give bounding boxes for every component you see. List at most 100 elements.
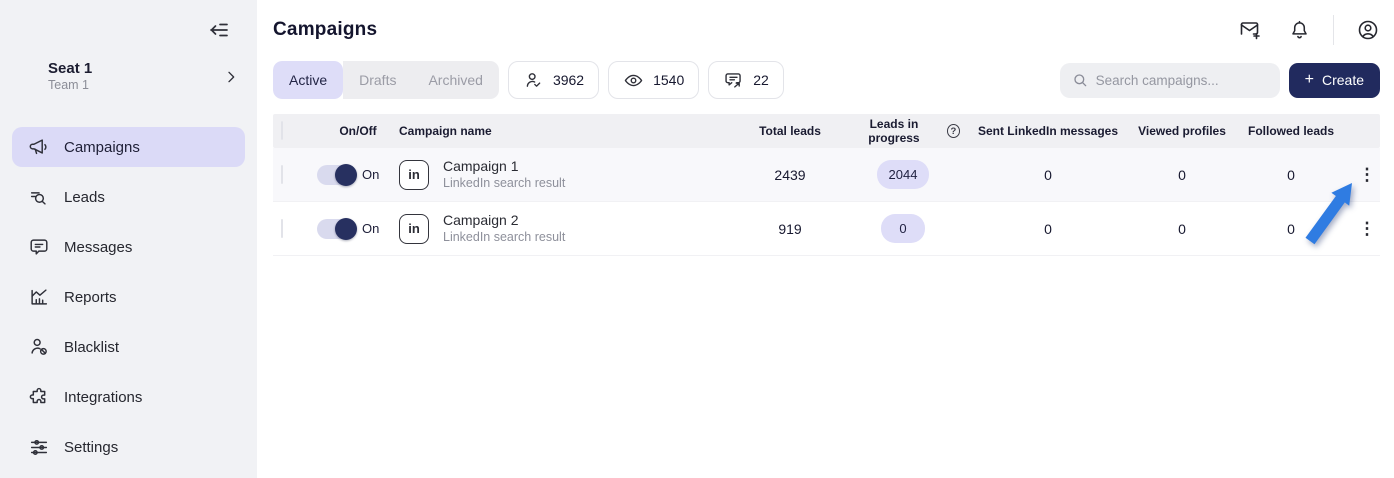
campaigns-table: On/Off Campaign name Total leads Leads i… xyxy=(273,114,1380,256)
person-check-icon xyxy=(523,70,544,91)
page-header: Campaigns xyxy=(273,15,1380,45)
sidebar-item-label: Leads xyxy=(64,188,105,206)
bell-icon[interactable] xyxy=(1288,19,1311,42)
campaign-subtitle: LinkedIn search result xyxy=(443,176,566,190)
tab-active[interactable]: Active xyxy=(273,61,344,99)
column-header-label: Leads in progress xyxy=(868,117,920,145)
avatar-icon[interactable] xyxy=(1356,18,1380,42)
sent-messages-value: 0 xyxy=(1044,220,1052,237)
sliders-icon xyxy=(28,436,50,458)
column-header-followed-leads: Followed leads xyxy=(1247,124,1334,138)
toolbar: Active Drafts Archived 3962 1540 22 Sear… xyxy=(273,61,1380,99)
row-checkbox[interactable] xyxy=(281,164,283,184)
linkedin-icon: in xyxy=(399,159,429,190)
sidebar-item-label: Campaigns xyxy=(64,138,140,156)
search-box xyxy=(1059,62,1280,98)
followed-leads-value: 0 xyxy=(1287,166,1295,183)
total-leads-value: 919 xyxy=(778,220,802,237)
stat-chip-leads[interactable]: 3962 xyxy=(507,61,600,99)
table-row: On in Campaign 1 LinkedIn search result … xyxy=(273,148,1380,202)
stat-chip-views[interactable]: 1540 xyxy=(608,61,700,99)
campaign-title[interactable]: Campaign 1 xyxy=(443,158,565,175)
stat-value: 1540 xyxy=(653,72,685,88)
seat-info: Seat 1 Team 1 xyxy=(48,60,92,93)
chevron-right-icon xyxy=(223,69,239,85)
viewed-profiles-value: 0 xyxy=(1178,166,1186,183)
create-button-label: Create xyxy=(1321,72,1364,88)
campaign-name-cell[interactable]: in Campaign 1 LinkedIn search result xyxy=(399,158,734,191)
column-header-onoff: On/Off xyxy=(339,124,377,138)
campaign-toggle[interactable] xyxy=(317,217,357,240)
header-divider xyxy=(1333,15,1334,45)
sidebar-item-campaigns[interactable]: Campaigns xyxy=(12,127,245,167)
sidebar-item-label: Messages xyxy=(64,238,133,256)
leads-in-progress-badge: 0 xyxy=(881,214,925,243)
tab-archived[interactable]: Archived xyxy=(412,61,499,99)
leads-in-progress-badge: 2044 xyxy=(876,160,930,189)
column-header-sent-messages: Sent LinkedIn messages xyxy=(977,124,1119,138)
linkedin-icon: in xyxy=(399,213,429,244)
header-actions xyxy=(1212,15,1380,45)
seat-selector[interactable]: Seat 1 Team 1 xyxy=(12,60,239,93)
seat-subtitle: Team 1 xyxy=(48,78,89,92)
table-header-row: On/Off Campaign name Total leads Leads i… xyxy=(273,114,1380,148)
create-button[interactable]: + Create xyxy=(1288,62,1380,98)
user-block-icon xyxy=(28,336,50,358)
column-header-campaign-name: Campaign name xyxy=(399,124,492,138)
column-header-leads-in-progress: Leads in progress ? xyxy=(846,117,960,145)
sidebar-collapse-row xyxy=(12,18,245,42)
megaphone-icon xyxy=(28,136,50,158)
stat-value: 22 xyxy=(753,72,769,88)
campaign-name-cell[interactable]: in Campaign 2 LinkedIn search result xyxy=(399,212,734,245)
chart-report-icon xyxy=(28,286,50,308)
toggle-state-label: On xyxy=(362,167,380,182)
sidebar-item-label: Settings xyxy=(64,438,119,456)
sidebar-item-blacklist[interactable]: Blacklist xyxy=(12,327,245,367)
total-leads-value: 2439 xyxy=(774,166,806,183)
select-all-checkbox[interactable] xyxy=(281,121,283,140)
search-icon xyxy=(1072,72,1088,88)
campaign-toggle[interactable] xyxy=(317,163,357,186)
campaign-title[interactable]: Campaign 2 xyxy=(443,212,565,229)
table-row: On in Campaign 2 LinkedIn search result … xyxy=(273,202,1380,256)
sidebar-item-leads[interactable]: Leads xyxy=(12,177,245,217)
row-kebab-menu[interactable]: ⋮ xyxy=(1354,166,1380,183)
row-checkbox[interactable] xyxy=(281,218,283,238)
plus-icon: + xyxy=(1304,71,1314,88)
eye-icon xyxy=(623,70,644,91)
search-input[interactable] xyxy=(1095,72,1268,88)
campaign-status-tabs: Active Drafts Archived xyxy=(273,61,499,99)
toggle-knob xyxy=(335,163,357,186)
puzzle-icon xyxy=(28,386,50,408)
column-header-total-leads: Total leads xyxy=(759,124,821,138)
tab-drafts[interactable]: Drafts xyxy=(343,61,413,99)
sidebar-item-label: Reports xyxy=(64,288,117,306)
sidebar-item-settings[interactable]: Settings xyxy=(12,427,245,467)
campaign-subtitle: LinkedIn search result xyxy=(443,230,566,244)
sidebar-item-label: Blacklist xyxy=(64,338,120,356)
sidebar: Seat 1 Team 1 Campaigns Leads Messages R… xyxy=(0,0,257,478)
sidebar-item-reports[interactable]: Reports xyxy=(12,277,245,317)
toggle-state-label: On xyxy=(362,221,380,236)
sidebar-nav: Campaigns Leads Messages Reports Blackli… xyxy=(12,127,245,477)
sidebar-item-label: Integrations xyxy=(64,388,143,406)
mail-plus-icon[interactable] xyxy=(1238,18,1262,42)
stat-value: 3962 xyxy=(552,72,585,88)
chat-bubble-icon xyxy=(28,236,50,258)
viewed-profiles-value: 0 xyxy=(1178,220,1186,237)
collapse-sidebar-icon[interactable] xyxy=(207,18,231,42)
sidebar-item-integrations[interactable]: Integrations xyxy=(12,377,245,417)
toggle-knob xyxy=(335,217,357,240)
leads-search-icon xyxy=(28,186,50,208)
followed-leads-value: 0 xyxy=(1287,220,1295,237)
stat-chip-replies[interactable]: 22 xyxy=(708,61,784,99)
chat-arrow-icon xyxy=(723,70,744,91)
main-content: Campaigns Active Drafts Archived 3962 15… xyxy=(257,0,1394,478)
row-kebab-menu[interactable]: ⋮ xyxy=(1354,220,1380,237)
help-icon[interactable]: ? xyxy=(946,124,960,138)
page-title: Campaigns xyxy=(273,19,378,40)
seat-title: Seat 1 xyxy=(48,60,93,77)
sidebar-item-messages[interactable]: Messages xyxy=(12,227,245,267)
sent-messages-value: 0 xyxy=(1044,166,1052,183)
column-header-viewed-profiles: Viewed profiles xyxy=(1138,124,1226,138)
